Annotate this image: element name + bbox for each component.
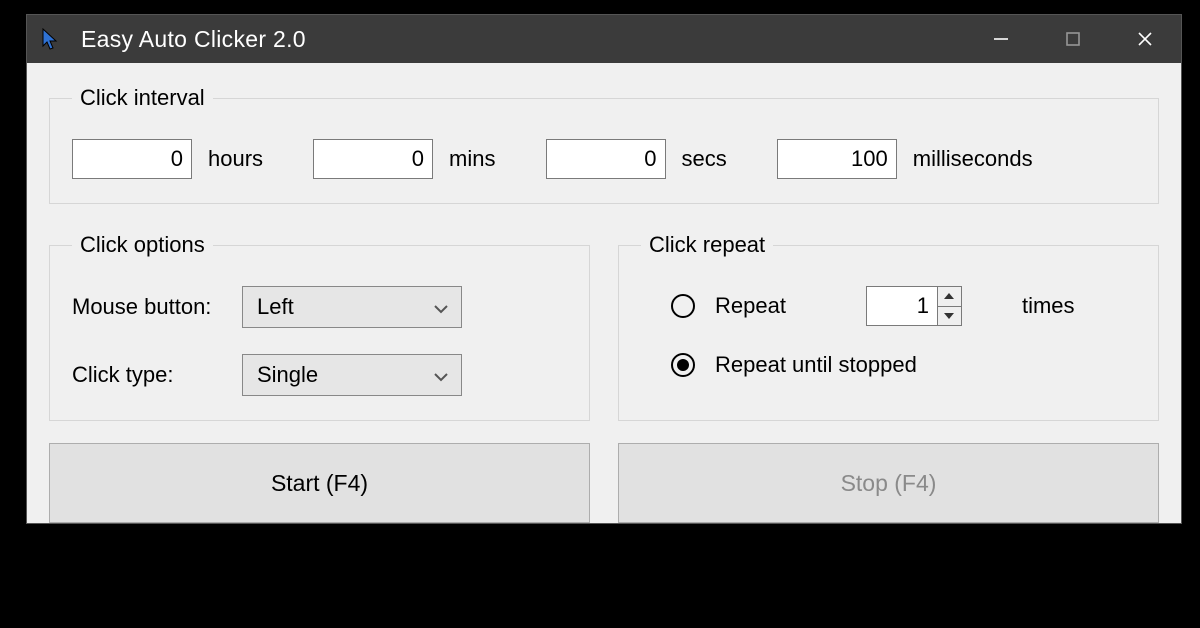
click-repeat-legend: Click repeat [641,232,773,258]
secs-input[interactable] [546,139,666,179]
mouse-button-value: Left [257,294,294,320]
repeat-label: Repeat [715,293,786,319]
spinner-up-button[interactable] [938,287,961,306]
click-type-label: Click type: [72,362,242,388]
window-title: Easy Auto Clicker 2.0 [81,26,306,53]
repeat-n-times-radio[interactable] [671,294,695,318]
app-window: Easy Auto Clicker 2.0 Click interval hou… [26,14,1182,524]
click-repeat-group: Click repeat Repeat 1 [618,232,1159,421]
minimize-button[interactable] [965,15,1037,63]
click-interval-legend: Click interval [72,85,213,111]
cursor-icon [41,28,63,50]
repeat-times-value: 1 [867,287,937,325]
start-button[interactable]: Start (F4) [49,443,590,523]
spinner-down-button[interactable] [938,306,961,326]
close-button[interactable] [1109,15,1181,63]
ms-unit: milliseconds [913,146,1033,172]
repeat-until-stopped-label: Repeat until stopped [715,352,917,378]
hours-unit: hours [208,146,263,172]
stop-button[interactable]: Stop (F4) [618,443,1159,523]
secs-unit: secs [682,146,727,172]
click-interval-group: Click interval hours mins secs milliseco… [49,85,1159,204]
interval-row: hours mins secs milliseconds [72,139,1136,179]
click-options-group: Click options Mouse button: Left Click t… [49,232,590,421]
repeat-times-spinner[interactable]: 1 [866,286,962,326]
ms-input[interactable] [777,139,897,179]
hours-input[interactable] [72,139,192,179]
mins-input[interactable] [313,139,433,179]
start-button-label: Start (F4) [271,470,368,497]
chevron-down-icon [433,294,449,320]
repeat-times-unit: times [1022,293,1075,319]
chevron-down-icon [433,362,449,388]
mins-unit: mins [449,146,495,172]
maximize-button[interactable] [1037,15,1109,63]
titlebar: Easy Auto Clicker 2.0 [27,15,1181,63]
click-type-select[interactable]: Single [242,354,462,396]
mouse-button-label: Mouse button: [72,294,242,320]
click-options-legend: Click options [72,232,213,258]
mouse-button-select[interactable]: Left [242,286,462,328]
stop-button-label: Stop (F4) [841,470,937,497]
client-area: Click interval hours mins secs milliseco… [27,63,1181,523]
repeat-until-stopped-radio[interactable] [671,353,695,377]
click-type-value: Single [257,362,318,388]
